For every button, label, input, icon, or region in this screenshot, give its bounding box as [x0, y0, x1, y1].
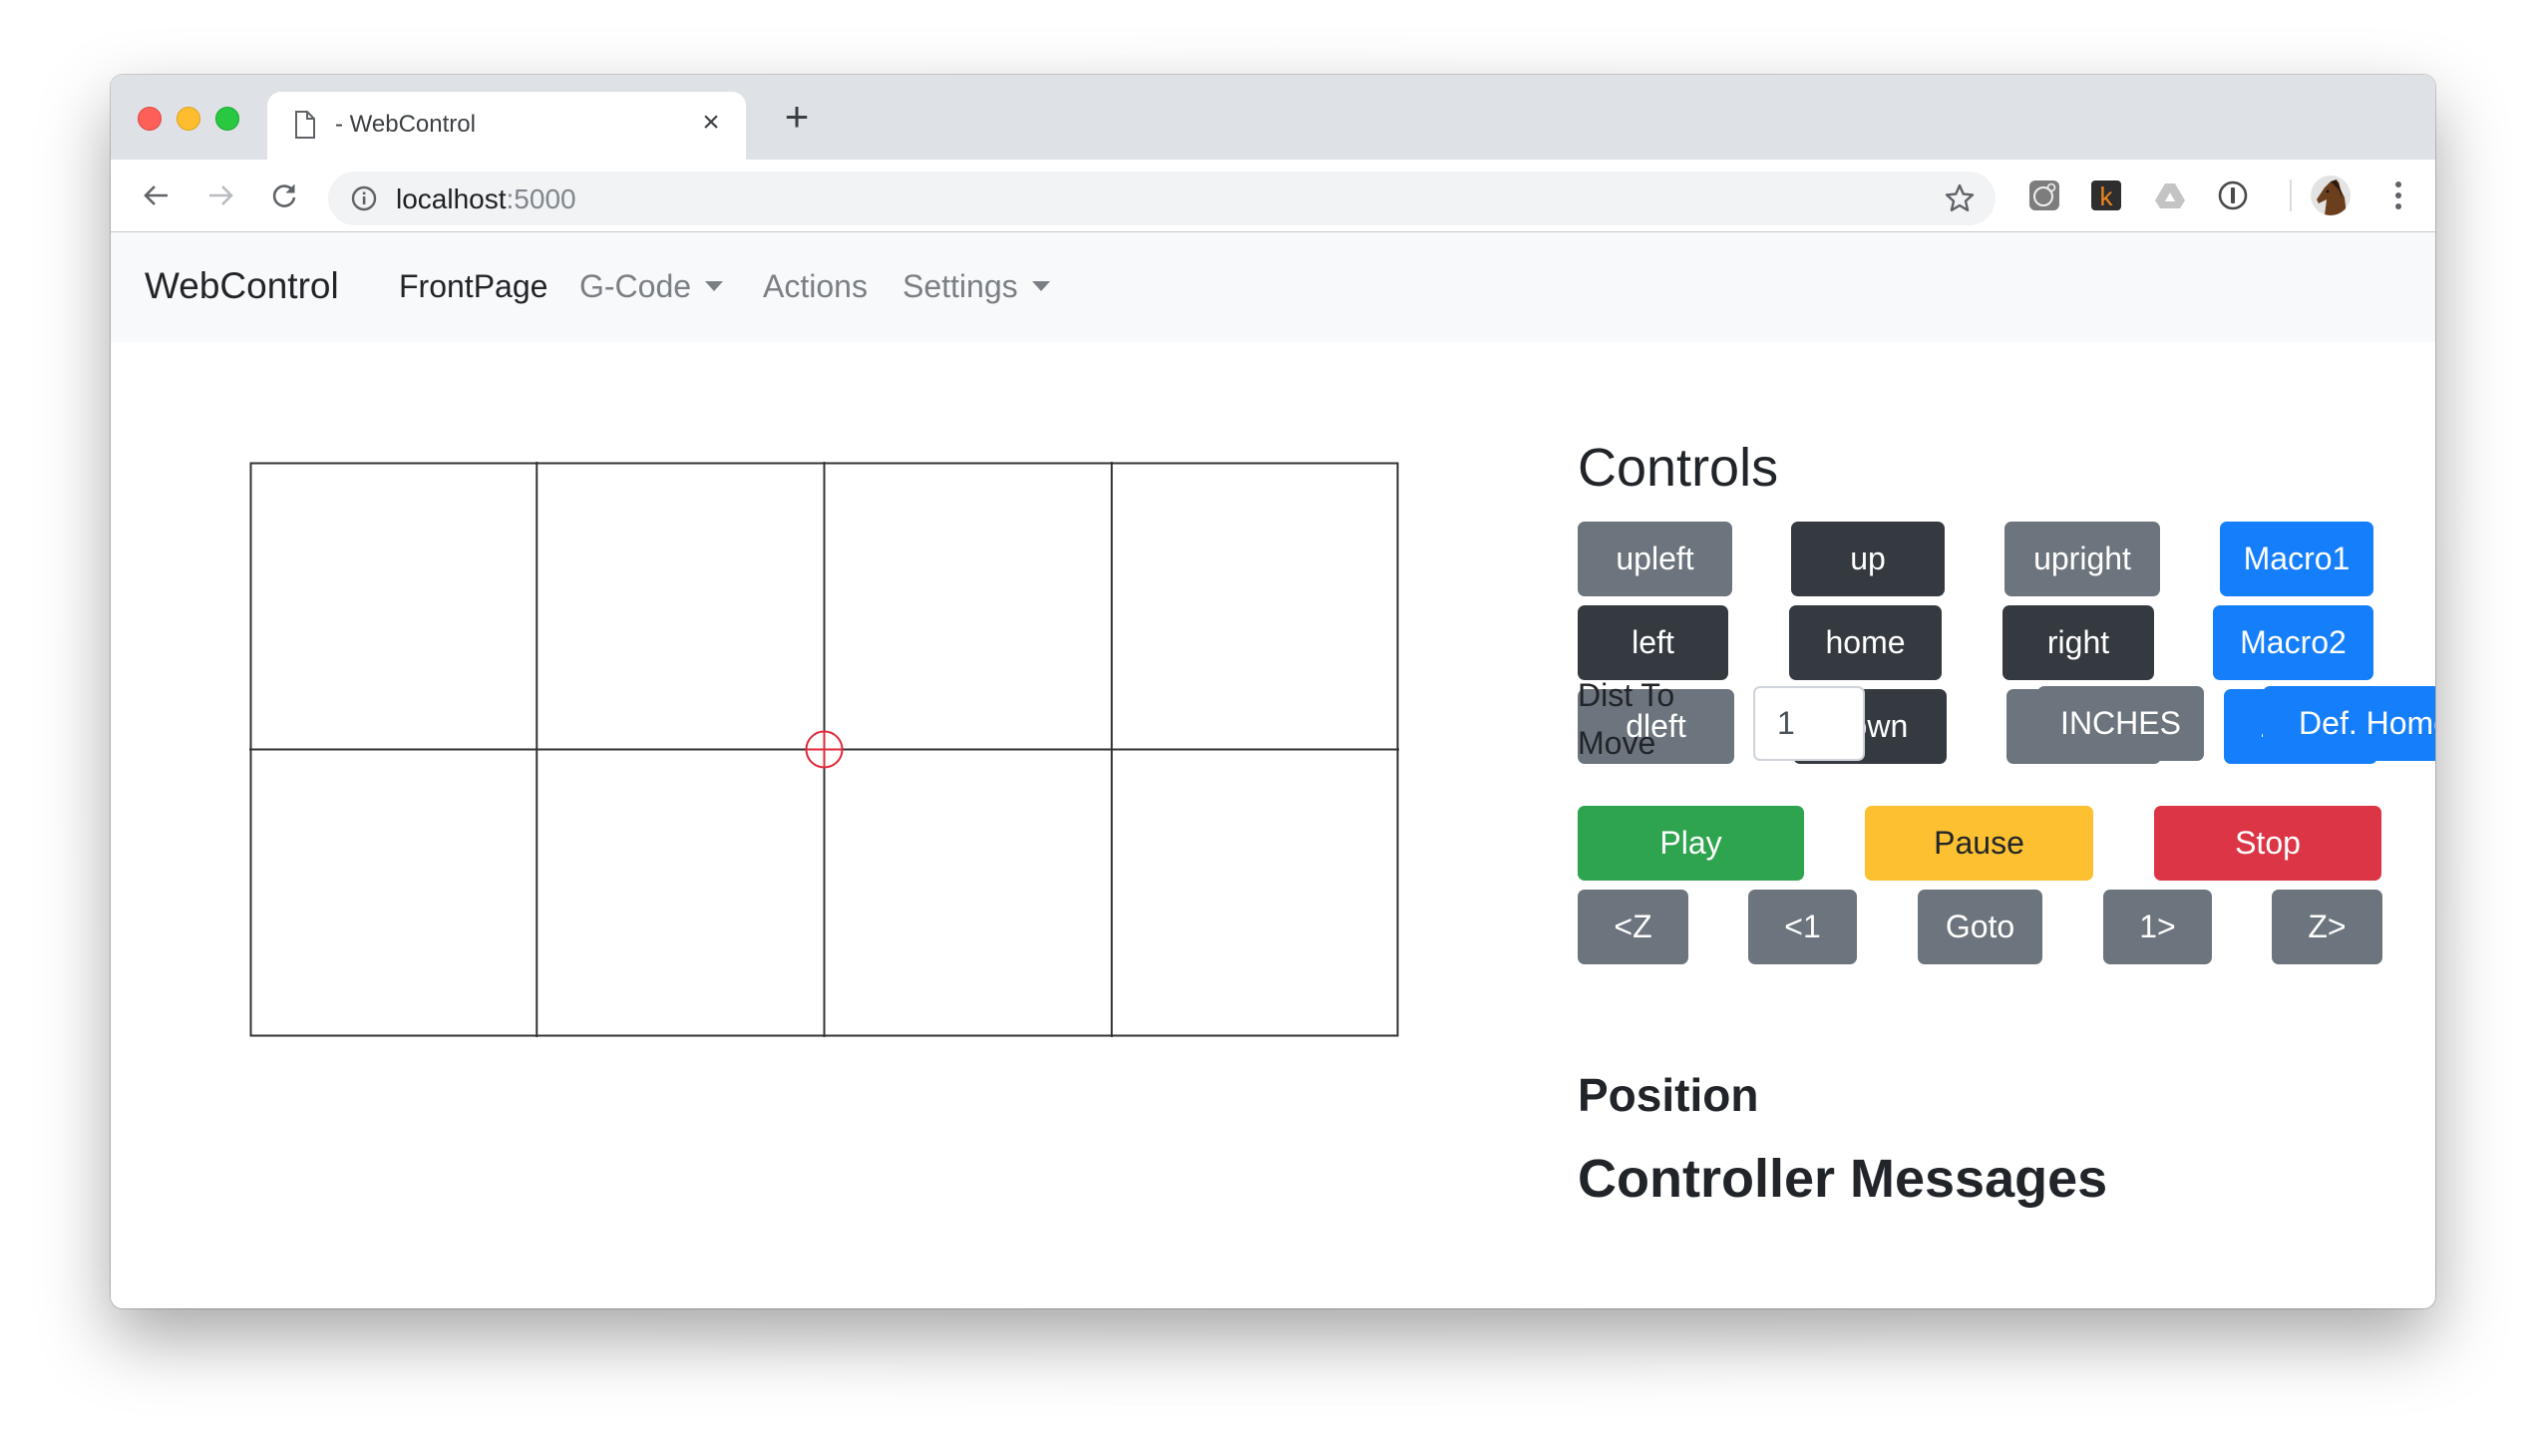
- password-manager-icon[interactable]: [2217, 180, 2249, 211]
- tab-title: - WebControl: [335, 111, 476, 138]
- controls-heading: Controls: [1578, 438, 1779, 498]
- move-button-left[interactable]: left: [1578, 605, 1728, 680]
- move-button-macro1[interactable]: Macro1: [2220, 522, 2373, 596]
- camera-extension-icon[interactable]: [2028, 180, 2060, 211]
- drive-extension-icon[interactable]: [2154, 180, 2186, 211]
- play-button[interactable]: Play: [1578, 806, 1804, 881]
- stop-button[interactable]: Stop: [2154, 806, 2381, 881]
- move-button-right[interactable]: right: [2002, 605, 2154, 680]
- browser-menu-icon[interactable]: [2386, 176, 2410, 215]
- define-home-button[interactable]: Def. Home: [2263, 686, 2435, 761]
- close-window-button[interactable]: [138, 107, 162, 131]
- workspace-grid[interactable]: [249, 462, 1399, 1037]
- arrow-right-icon: [209, 185, 233, 205]
- nav-actions[interactable]: Actions: [763, 268, 868, 305]
- position-heading: Position: [1578, 1069, 1759, 1121]
- address-bar[interactable]: localhost:5000: [328, 172, 1996, 225]
- dist-label-text: Dist To Move: [1578, 677, 1675, 761]
- z-forward-button[interactable]: Z>: [2272, 890, 2382, 964]
- caret-down-icon: [1031, 281, 1050, 291]
- url-port: :5000: [506, 183, 576, 214]
- nav-settings-label: Settings: [903, 268, 1018, 304]
- horse-avatar-icon: [2317, 180, 2347, 215]
- controller-messages-heading: Controller Messages: [1578, 1149, 2108, 1209]
- nav-gcode-label: G-Code: [579, 268, 692, 304]
- navbar-brand[interactable]: WebControl: [145, 265, 339, 307]
- nav-frontpage[interactable]: FrontPage: [399, 268, 547, 305]
- minimize-window-button[interactable]: [177, 107, 200, 131]
- move-button-upleft[interactable]: upleft: [1578, 522, 1732, 596]
- move-button-upright[interactable]: upright: [2004, 522, 2160, 596]
- info-icon[interactable]: [350, 184, 378, 212]
- goto-button[interactable]: Goto: [1918, 890, 2042, 964]
- caret-down-icon: [705, 281, 724, 291]
- browser-tab[interactable]: - WebControl ×: [267, 92, 746, 160]
- step-back-button[interactable]: <1: [1748, 890, 1857, 964]
- url-host: localhost: [396, 183, 507, 214]
- pause-button[interactable]: Pause: [1865, 806, 2093, 881]
- workspace-canvas[interactable]: [249, 462, 1399, 1037]
- maximize-window-button[interactable]: [215, 107, 239, 131]
- reload-icon: [272, 184, 296, 207]
- browser-window: - WebControl × + localhost:5000 k WebCon…: [111, 75, 2435, 1308]
- profile-avatar[interactable]: [2311, 176, 2351, 215]
- nav-settings-dropdown[interactable]: Settings: [903, 268, 1050, 305]
- controls-panel: Controls upleft up upright Macro1 left home ri…: [1578, 232, 2435, 1308]
- close-tab-icon[interactable]: ×: [694, 106, 728, 140]
- tab-strip: - WebControl × +: [111, 75, 2435, 160]
- file-icon: [295, 111, 315, 139]
- url-text: localhost:5000: [396, 183, 576, 215]
- nav-gcode-dropdown[interactable]: G-Code: [579, 268, 724, 305]
- move-button-home[interactable]: home: [1789, 605, 1942, 680]
- position-marker-icon: [805, 730, 844, 769]
- dist-to-move-input[interactable]: [1753, 686, 1865, 761]
- new-tab-button[interactable]: +: [774, 95, 820, 141]
- dist-to-move-label: Dist To Move: [1578, 671, 1697, 767]
- reload-button[interactable]: [264, 176, 304, 215]
- move-button-macro2[interactable]: Macro2: [2213, 605, 2373, 680]
- step-forward-button[interactable]: 1>: [2103, 890, 2212, 964]
- arrow-left-icon: [144, 185, 168, 205]
- z-back-button[interactable]: <Z: [1578, 890, 1688, 964]
- forward-button[interactable]: [200, 176, 240, 215]
- units-button[interactable]: INCHES: [2037, 686, 2204, 761]
- toolbar-divider: [2290, 180, 2292, 211]
- back-button[interactable]: [137, 176, 177, 215]
- browser-toolbar: localhost:5000 k: [111, 160, 2435, 232]
- move-button-up[interactable]: up: [1791, 522, 1945, 596]
- k-extension-icon[interactable]: k: [2090, 180, 2122, 211]
- page-content: WebControl FrontPage G-Code Actions Sett…: [111, 232, 2435, 1308]
- svg-text:k: k: [2100, 182, 2114, 211]
- bookmark-star-icon[interactable]: [1944, 182, 1976, 214]
